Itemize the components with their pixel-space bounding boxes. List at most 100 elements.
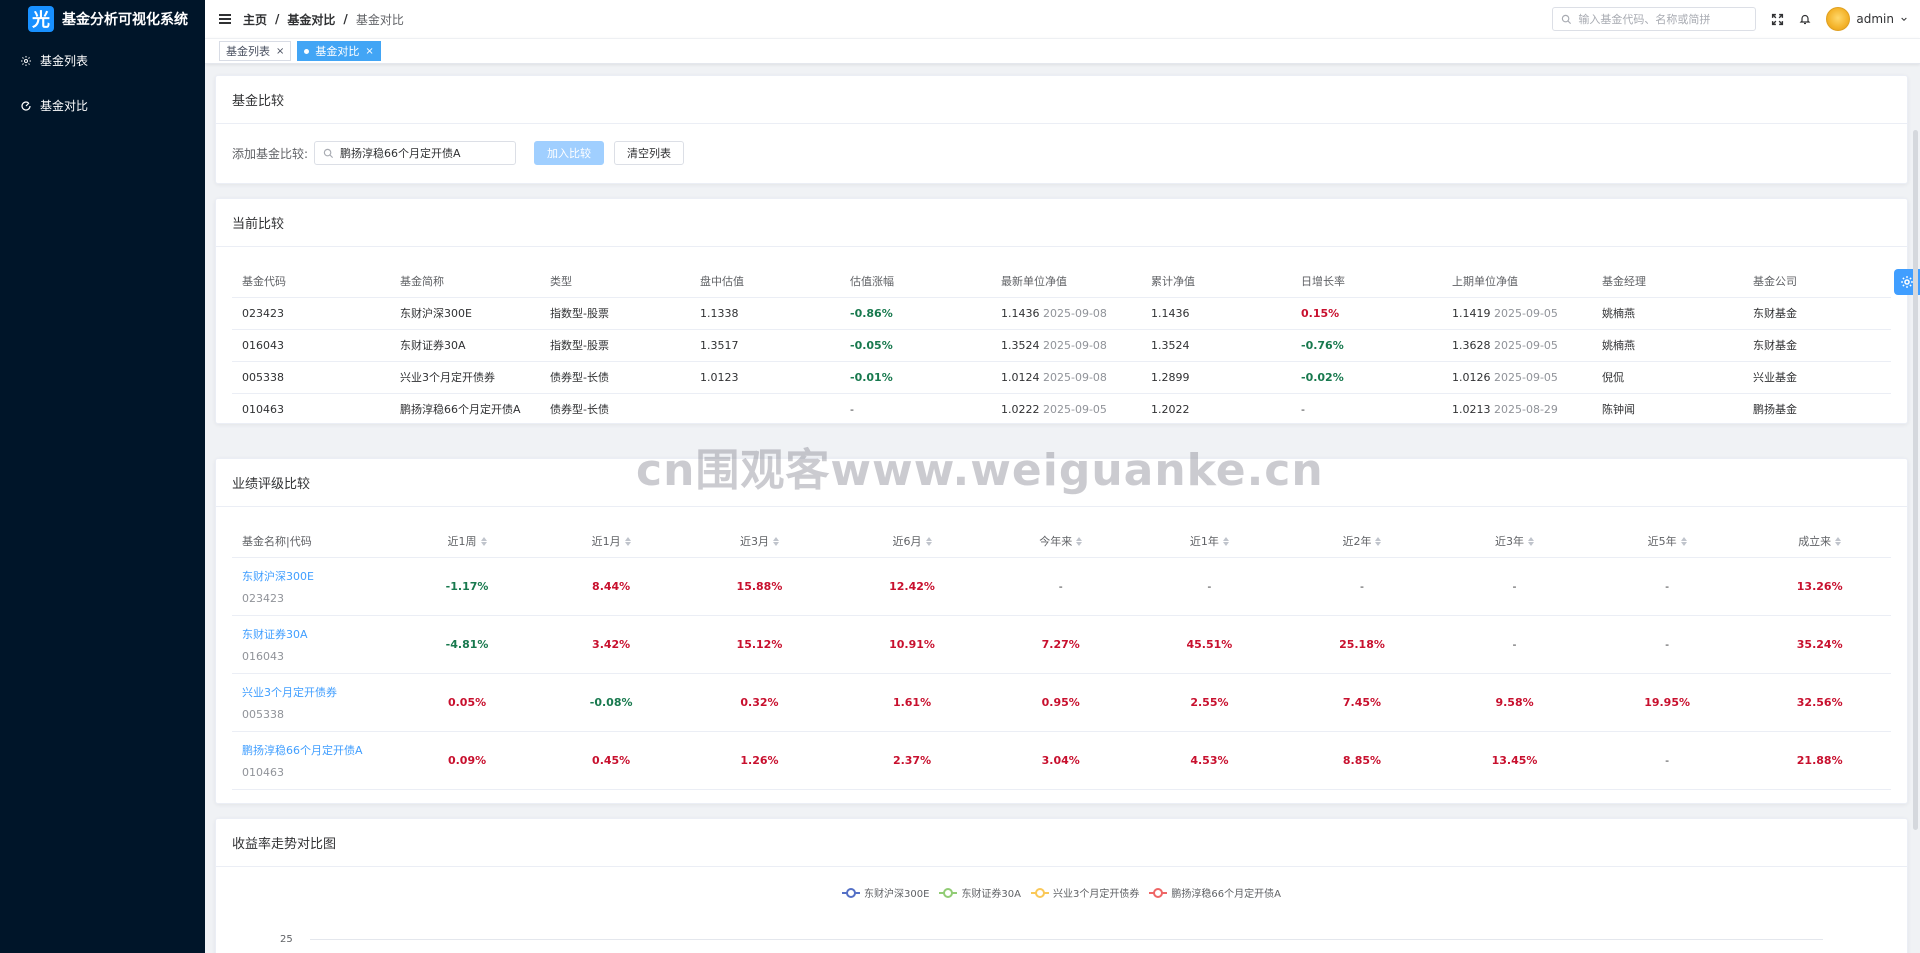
breadcrumb-current: 基金对比 [355, 12, 404, 27]
return-value: 0.05% [390, 673, 535, 732]
gear-icon [1901, 276, 1913, 288]
fund-company: 东财基金 [1743, 329, 1891, 362]
legend-item[interactable]: 兴业3个月定开债券 [1031, 885, 1139, 900]
table-row[interactable]: 东财沪深300E 023423 -1.17% 8.44% 15.88% 12.42% - - -… [232, 557, 1891, 616]
fullscreen-icon[interactable] [1770, 12, 1784, 26]
watermark: cn围观客www.weiguanke.cn [636, 445, 1324, 496]
sidebar-item-fund-list[interactable]: 基金列表 [0, 38, 205, 83]
table-row[interactable]: 005338 兴业3个月定开债券 债券型-长债 1.0123 -0.01% 1.… [232, 361, 1891, 394]
fund-name-link[interactable]: 鹏扬淳稳66个月定开债A [242, 742, 390, 758]
column-header-sortable[interactable]: 近6月 [830, 525, 984, 558]
fund-search-value: 鹏扬淳稳66个月定开债A [340, 147, 461, 160]
return-value: 8.44% [534, 557, 679, 616]
fund-manager: 陈钟闻 [1592, 393, 1743, 423]
sidebar-item-fund-compare[interactable]: 基金对比 [0, 83, 205, 128]
sort-icon [1680, 537, 1687, 547]
daily-growth: -0.02% [1291, 361, 1442, 394]
close-icon[interactable]: × [365, 46, 373, 57]
return-value: -0.08% [534, 673, 679, 732]
return-value: 0.45% [534, 731, 679, 790]
column-header-sortable[interactable]: 今年来 [983, 525, 1129, 558]
gear-icon [21, 55, 31, 66]
fund-code: 010463 [232, 393, 390, 423]
performance-table: 基金名称|代码 近1周 近1月 近3月 近6月 今年来 近1年 近2年 近3年 … [232, 525, 1891, 790]
sidebar-item-label: 基金列表 [40, 54, 89, 68]
return-value: 0.09% [390, 731, 535, 790]
breadcrumb-home[interactable]: 主页 [243, 11, 267, 28]
latest-nav: 1.0124 2025-09-08 [991, 361, 1141, 394]
return-value: 3.04% [983, 731, 1129, 790]
tab-fund-list[interactable]: 基金列表 × [219, 41, 292, 61]
column-header-sortable[interactable]: 成立来 [1738, 525, 1891, 558]
y-tick-label: 25 [280, 934, 293, 945]
search-icon [323, 148, 334, 158]
previous-nav: 1.0213 2025-08-29 [1442, 393, 1592, 423]
table-row[interactable]: 东财证券30A 016043 -4.81% 3.42% 15.12% 10.91% 7.27… [232, 615, 1891, 674]
column-header-sortable[interactable]: 近2年 [1280, 525, 1434, 558]
brand-logo: 光 [28, 6, 54, 32]
fund-code: 023423 [242, 591, 284, 605]
legend-item[interactable]: 东财证券30A [939, 885, 1021, 900]
fund-name-link[interactable]: 兴业3个月定开债券 [242, 684, 390, 700]
fund-cell: 兴业3个月定开债券 005338 [232, 673, 390, 732]
return-value: 45.51% [1128, 615, 1281, 674]
column-header-sortable[interactable]: 近1月 [534, 525, 679, 558]
breadcrumb-separator: / [275, 12, 280, 26]
bell-icon[interactable] [1798, 12, 1812, 26]
table-row[interactable]: 016043 东财证券30A 指数型-股票 1.3517 -0.05% 1.35… [232, 329, 1891, 362]
return-value: 8.85% [1280, 731, 1434, 790]
legend-item[interactable]: 鹏扬淳稳66个月定开债A [1149, 885, 1281, 900]
sort-icon [1835, 537, 1842, 547]
user-menu[interactable]: admin [1826, 7, 1908, 31]
column-header-sortable[interactable]: 近3月 [678, 525, 831, 558]
return-value: 35.24% [1738, 615, 1891, 674]
latest-nav: 1.1436 2025-09-08 [991, 297, 1141, 330]
column-header-sortable[interactable]: 近1周 [390, 525, 535, 558]
return-value: 1.61% [830, 673, 984, 732]
breadcrumb-compare[interactable]: 基金对比 [287, 11, 335, 28]
column-header: 最新单位净值 [991, 265, 1141, 298]
column-header-sortable[interactable]: 近1年 [1128, 525, 1281, 558]
sort-icon [1375, 537, 1382, 547]
breadcrumb-separator: / [343, 12, 348, 26]
fund-search-input[interactable]: 鹏扬淳稳66个月定开债A [314, 141, 517, 165]
intraday-estimate: 1.1338 [690, 297, 840, 330]
add-compare-button[interactable]: 加入比较 [534, 141, 605, 165]
legend-item[interactable]: 东财沪深300E [842, 885, 929, 900]
sort-icon [480, 537, 487, 547]
return-value: -1.17% [390, 557, 535, 616]
previous-nav: 1.1419 2025-09-05 [1442, 297, 1592, 330]
table-row[interactable]: 鹏扬淳稳66个月定开债A 010463 0.09% 0.45% 1.26% 2.37% 3.… [232, 731, 1891, 790]
latest-nav: 1.3524 2025-09-08 [991, 329, 1141, 362]
clear-list-button[interactable]: 清空列表 [614, 141, 685, 165]
column-header: 类型 [540, 265, 690, 298]
column-header-sortable[interactable]: 近3年 [1433, 525, 1586, 558]
sidebar-item-label: 基金对比 [40, 99, 89, 113]
return-value: 7.45% [1280, 673, 1434, 732]
column-header: 估值涨幅 [840, 265, 991, 298]
return-value: 12.42% [830, 557, 984, 616]
daily-growth: -0.76% [1291, 329, 1442, 362]
fund-type: 指数型-股票 [540, 297, 690, 330]
fund-name-link[interactable]: 东财沪深300E [242, 568, 390, 584]
return-value: 0.95% [983, 673, 1129, 732]
intraday-estimate [690, 393, 840, 423]
page-scrollbar[interactable] [1913, 130, 1918, 830]
brand[interactable]: 光 基金分析可视化系统 [0, 0, 205, 38]
header-search-input[interactable]: 输入基金代码、名称或简拼 [1552, 7, 1757, 31]
close-icon[interactable]: × [276, 46, 284, 57]
column-header-sortable[interactable]: 近5年 [1585, 525, 1739, 558]
table-row[interactable]: 010463 鹏扬淳稳66个月定开债A 债券型-长债 - 1.0222 2025… [232, 393, 1891, 423]
menu-toggle-icon[interactable] [219, 14, 231, 24]
legend-marker-icon [842, 887, 861, 898]
return-value: 4.53% [1128, 731, 1281, 790]
table-row[interactable]: 兴业3个月定开债券 005338 0.05% -0.08% 0.32% 1.61% 0.95… [232, 673, 1891, 732]
column-header: 基金经理 [1592, 265, 1743, 298]
fund-name-link[interactable]: 东财证券30A [242, 626, 390, 642]
compare-icon [21, 100, 31, 111]
table-row[interactable]: 023423 东财沪深300E 指数型-股票 1.1338 -0.86% 1.1… [232, 297, 1891, 330]
estimate-change: - [840, 393, 991, 423]
active-dot-icon [304, 48, 310, 54]
tab-fund-compare[interactable]: 基金对比 × [297, 41, 381, 61]
search-icon [1562, 14, 1572, 24]
